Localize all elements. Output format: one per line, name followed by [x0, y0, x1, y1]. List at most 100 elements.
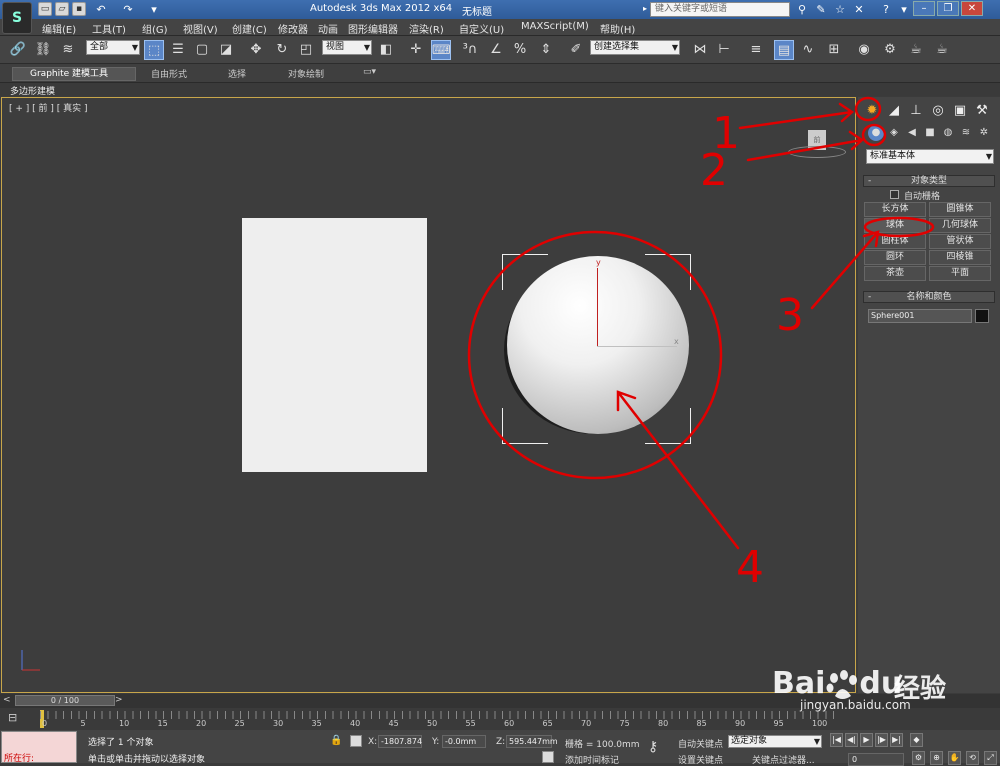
render-teapot-icon[interactable]: ☕ — [932, 40, 952, 60]
set-key-button[interactable]: 设置关键点 — [678, 753, 723, 766]
ribbon-options-icon[interactable]: ▭▾ — [363, 67, 376, 81]
category-dropdown[interactable]: 标准基本体 ▼ — [866, 149, 994, 164]
systems-icon[interactable]: ✲ — [976, 125, 992, 141]
window-crossing-icon[interactable]: ◪ — [216, 40, 236, 60]
key-mode-icon[interactable]: ◆ — [910, 733, 923, 747]
close-panel-icon[interactable]: ✕ — [851, 2, 867, 17]
name-color-rollout[interactable]: - 名称和颜色 — [863, 291, 995, 303]
time-tag-icon[interactable] — [542, 751, 554, 763]
cylinder-button[interactable]: 圆柱体 — [864, 234, 926, 249]
object-name-field[interactable]: Sphere001 — [868, 309, 972, 323]
utilities-tab-icon[interactable]: ⚒ — [972, 101, 992, 121]
undo-icon[interactable]: ↶ — [93, 2, 109, 17]
unlink-icon[interactable]: ⛓ — [33, 40, 53, 60]
key-icon[interactable]: ⚷ — [648, 739, 658, 755]
menu-create[interactable]: 创建(C) — [232, 21, 267, 36]
bind-space-warp-icon[interactable]: ≋ — [58, 40, 78, 60]
new-file-icon[interactable]: ▭ — [38, 2, 52, 16]
helpers-icon[interactable]: ◍ — [940, 125, 956, 141]
save-icon[interactable]: ▪ — [72, 2, 86, 16]
modify-tab-icon[interactable]: ◢ — [884, 101, 904, 121]
y-axis-gizmo[interactable] — [597, 268, 598, 346]
go-to-start-icon[interactable]: |◀ — [830, 733, 843, 747]
go-to-end-icon[interactable]: ▶| — [890, 733, 903, 747]
menu-animation[interactable]: 动画 — [318, 21, 338, 36]
restore-icon[interactable]: ❐ — [937, 1, 959, 16]
tab-freeform[interactable]: 自由形式 — [151, 67, 187, 81]
x-coord-field[interactable]: -1807.874 — [378, 735, 422, 748]
rendered-frame-icon[interactable]: ☕ — [906, 40, 926, 60]
object-color-swatch[interactable] — [975, 309, 989, 323]
close-icon[interactable]: ✕ — [961, 1, 983, 16]
rect-selection-icon[interactable]: ▢ — [192, 40, 212, 60]
autogrid-checkbox[interactable] — [890, 190, 899, 199]
align-icon[interactable]: ⊢ — [714, 40, 734, 60]
viewport-label[interactable]: [ + ] [ 前 ] [ 真实 ] — [9, 101, 88, 114]
key-filters-button[interactable]: 关键点过滤器... — [752, 753, 815, 766]
cameras-icon[interactable]: ■ — [922, 125, 938, 141]
box-button[interactable]: 长方体 — [864, 202, 926, 217]
tools-icon[interactable]: ✎ — [813, 2, 829, 17]
shapes-icon[interactable]: ◈ — [886, 125, 902, 141]
viewcube-ring[interactable] — [788, 146, 846, 158]
x-axis-gizmo[interactable] — [597, 346, 677, 347]
front-viewport[interactable]: [ + ] [ 前 ] [ 真实 ] y x 前 — [1, 97, 856, 693]
auto-key-button[interactable]: 自动关键点 — [678, 737, 723, 750]
object-type-rollout[interactable]: - 对象类型 — [863, 175, 995, 187]
menu-customize[interactable]: 自定义(U) — [459, 21, 504, 36]
mirror-icon[interactable]: ⋈ — [690, 40, 710, 60]
prev-frame-icon[interactable]: < — [3, 695, 11, 705]
minimize-icon[interactable]: – — [913, 1, 935, 16]
menu-views[interactable]: 视图(V) — [183, 21, 218, 36]
motion-tab-icon[interactable]: ◎ — [928, 101, 948, 121]
material-editor-icon[interactable]: ◉ — [854, 40, 874, 60]
help-dropdown-icon[interactable]: ▾ — [896, 2, 912, 17]
time-slider-thumb[interactable]: 0 / 100 — [15, 695, 115, 706]
link-icon[interactable]: 🔗 — [8, 40, 28, 60]
geometry-icon[interactable]: ● — [868, 125, 884, 141]
graphite-toggle-icon[interactable]: ▤ — [774, 40, 794, 60]
menu-rendering[interactable]: 渲染(R) — [409, 21, 444, 36]
tab-graphite-modeling[interactable]: Graphite 建模工具 — [12, 67, 136, 81]
named-selection-dropdown[interactable]: 创建选择集 ▼ — [590, 40, 680, 55]
mini-curve-editor-icon[interactable]: ⊟ — [8, 711, 24, 725]
select-by-name-icon[interactable]: ☰ — [168, 40, 188, 60]
menu-help[interactable]: 帮助(H) — [600, 21, 635, 36]
sphere-button[interactable]: 球体 — [864, 218, 926, 233]
move-icon[interactable]: ✥ — [246, 40, 266, 60]
menu-graph-editors[interactable]: 图形编辑器 — [348, 21, 398, 36]
pyramid-button[interactable]: 四棱锥 — [929, 250, 991, 265]
create-tab-icon[interactable]: ✹ — [862, 101, 882, 121]
cone-button[interactable]: 圆锥体 — [929, 202, 991, 217]
play-icon[interactable]: ▶ — [860, 733, 873, 747]
menu-group[interactable]: 组(G) — [142, 21, 168, 36]
next-key-icon[interactable]: |▶ — [875, 733, 888, 747]
torus-button[interactable]: 圆环 — [864, 250, 926, 265]
space-warps-icon[interactable]: ≋ — [958, 125, 974, 141]
add-time-tag-button[interactable]: 添加时间标记 — [565, 753, 619, 766]
render-setup-icon[interactable]: ⚙ — [880, 40, 900, 60]
keyboard-shortcut-icon[interactable]: ⌨ — [431, 40, 451, 60]
percent-snap-icon[interactable]: % — [510, 40, 530, 60]
z-coord-field[interactable]: 595.447mm — [506, 735, 558, 748]
selection-filter-dropdown[interactable]: 全部 ▼ — [86, 40, 140, 55]
help-icon[interactable]: ? — [878, 2, 894, 17]
spinner-snap-icon[interactable]: ⇕ — [536, 40, 556, 60]
y-coord-field[interactable]: -0.0mm — [442, 735, 486, 748]
angle-snap-icon[interactable]: ∠ — [486, 40, 506, 60]
polygon-modeling-panel[interactable]: 多边形建模 — [10, 84, 55, 97]
search-input[interactable]: 键入关键字或短语 — [650, 2, 790, 17]
quick-access-menu-icon[interactable]: ▾ — [146, 2, 162, 17]
menu-edit[interactable]: 编辑(E) — [42, 21, 76, 36]
geosphere-button[interactable]: 几何球体 — [929, 218, 991, 233]
tab-object-paint[interactable]: 对象绘制 — [288, 67, 324, 81]
display-tab-icon[interactable]: ▣ — [950, 101, 970, 121]
scale-icon[interactable]: ◰ — [296, 40, 316, 60]
pivot-center-icon[interactable]: ◧ — [376, 40, 396, 60]
lock-icon[interactable]: 🔒 — [330, 735, 342, 746]
teapot-button[interactable]: 茶壶 — [864, 266, 926, 281]
redo-icon[interactable]: ↷ — [120, 2, 136, 17]
menu-maxscript[interactable]: MAXScript(M) — [521, 21, 589, 32]
schematic-view-icon[interactable]: ⊞ — [824, 40, 844, 60]
edit-named-selection-icon[interactable]: ✐ — [566, 40, 586, 60]
